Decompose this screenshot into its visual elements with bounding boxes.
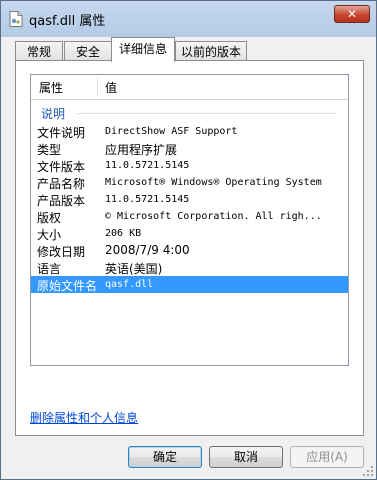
property-name: 语言 [37, 262, 62, 276]
property-name: 类型 [37, 143, 62, 157]
property-name: 产品名称 [37, 177, 86, 191]
property-value: © Microsoft Corporation. All righ... [105, 211, 322, 222]
properties-list[interactable]: 属性 值 说明 文件说明 DirectShow ASF Support 类型 应… [30, 74, 349, 366]
ok-button[interactable]: 确定 [128, 446, 202, 468]
tab-general[interactable]: 常规 [15, 41, 63, 61]
properties-window: qasf.dll 属性 ✕ 常规 安全 详细信息 以前的版本 属性 值 说明 文… [0, 0, 377, 480]
file-icon [9, 11, 23, 27]
close-icon: ✕ [346, 7, 358, 21]
group-header-description: 说明 [41, 107, 66, 121]
property-name: 修改日期 [37, 245, 86, 259]
list-header: 属性 值 [31, 75, 348, 100]
tab-security[interactable]: 安全 [64, 41, 112, 61]
property-name: 原始文件名 [37, 279, 98, 293]
remove-properties-link[interactable]: 删除属性和个人信息 [30, 409, 138, 426]
property-value: 英语(美国) [105, 262, 163, 276]
property-value: DirectShow ASF Support [105, 126, 238, 137]
list-item[interactable]: 产品版本 11.0.5721.5145 [31, 191, 348, 208]
cancel-button[interactable]: 取消 [209, 446, 283, 468]
tab-previous-versions[interactable]: 以前的版本 [175, 41, 247, 61]
property-value: Microsoft® Windows® Operating System [105, 177, 322, 188]
property-value: 2008/7/9 4:00 [105, 243, 190, 257]
title-bar[interactable]: qasf.dll 属性 ✕ [1, 1, 376, 37]
list-item[interactable]: 版权 © Microsoft Corporation. All righ... [31, 208, 348, 225]
property-name: 文件版本 [37, 160, 86, 174]
resize-grip-icon[interactable] [362, 465, 374, 477]
list-item[interactable]: 修改日期 2008/7/9 4:00 [31, 242, 348, 259]
tab-details[interactable]: 详细信息 [111, 37, 175, 62]
window-title: qasf.dll 属性 [29, 14, 106, 29]
property-name: 大小 [37, 228, 62, 242]
column-header-property[interactable]: 属性 [39, 79, 63, 96]
list-item[interactable]: 文件版本 11.0.5721.5145 [31, 157, 348, 174]
property-value: 11.0.5721.5145 [105, 194, 190, 205]
property-value: 206 KB [105, 228, 142, 239]
group-divider [76, 113, 336, 114]
property-value: qasf.dll [105, 279, 154, 290]
list-item[interactable]: 产品名称 Microsoft® Windows® Operating Syste… [31, 174, 348, 191]
details-pane: 属性 值 说明 文件说明 DirectShow ASF Support 类型 应… [15, 60, 364, 436]
property-name: 文件说明 [37, 126, 86, 140]
property-name: 产品版本 [37, 194, 86, 208]
list-item[interactable]: 大小 206 KB [31, 225, 348, 242]
column-divider[interactable] [97, 77, 98, 97]
apply-button[interactable]: 应用(A) [290, 446, 364, 468]
list-item[interactable]: 文件说明 DirectShow ASF Support [31, 123, 348, 140]
list-item[interactable]: 语言 英语(美国) [31, 259, 348, 276]
property-name: 版权 [37, 211, 62, 225]
list-item[interactable]: 类型 应用程序扩展 [31, 140, 348, 157]
list-item-selected[interactable]: 原始文件名 qasf.dll [31, 276, 348, 293]
close-button[interactable]: ✕ [334, 5, 370, 23]
property-value: 应用程序扩展 [105, 143, 178, 157]
property-value: 11.0.5721.5145 [105, 160, 190, 171]
column-header-value[interactable]: 值 [105, 79, 117, 96]
